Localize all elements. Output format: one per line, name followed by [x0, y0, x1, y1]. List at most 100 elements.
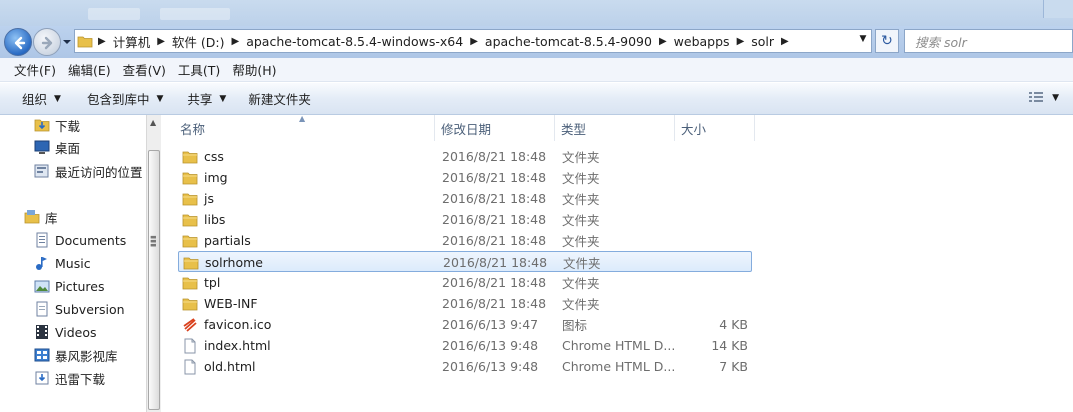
nav-item-xunlei-download[interactable]: 迅雷下载 — [34, 368, 105, 388]
nav-label: 桌面 — [55, 140, 81, 156]
organize-label: 组织 — [22, 92, 48, 107]
nav-label: 下载 — [55, 118, 81, 134]
file-modified-date: 2016/8/21 18:48 — [442, 170, 547, 185]
nav-item-music[interactable]: Music — [34, 253, 91, 273]
menu-edit[interactable]: 编辑(E) — [62, 60, 117, 79]
breadcrumb-solr[interactable]: solr — [747, 30, 778, 52]
address-history-dropdown[interactable]: ▼ — [857, 34, 869, 48]
file-row[interactable]: solrhome 2016/8/21 18:48 文件夹 — [178, 251, 752, 272]
file-name-cell: libs — [182, 209, 432, 230]
nav-item-baofeng-library[interactable]: 暴风影视库 — [34, 345, 118, 365]
file-list-pane: ▲ 名称 修改日期 类型 大小 css 2016/8/21 18:48 文件夹 img… — [161, 114, 1073, 412]
nav-item-downloads[interactable]: 下载 — [34, 115, 80, 135]
desktop-icon — [34, 140, 50, 154]
column-header-size[interactable]: 大小 — [675, 115, 755, 141]
scrollbar-thumb[interactable] — [148, 150, 160, 410]
view-options-dropdown[interactable]: ▼ — [1052, 93, 1059, 103]
organize-button[interactable]: 组织 ▼ — [14, 89, 69, 108]
file-row[interactable]: partials 2016/8/21 18:48 文件夹 — [178, 230, 752, 251]
breadcrumb-separator[interactable]: ▶ — [656, 36, 670, 47]
nav-item-videos[interactable]: Videos — [34, 322, 97, 342]
search-input[interactable]: 搜索 solr — [904, 29, 1073, 53]
breadcrumb-tomcat-9090[interactable]: apache-tomcat-8.5.4-9090 — [481, 30, 656, 52]
column-header-modified[interactable]: 修改日期 — [435, 115, 555, 141]
window-title-bar — [0, 0, 1073, 26]
nav-item-desktop[interactable]: 桌面 — [34, 137, 80, 157]
nav-label: Videos — [55, 324, 97, 340]
nav-item-recent-places[interactable]: 最近访问的位置 — [34, 161, 143, 181]
file-name: tpl — [204, 275, 221, 290]
file-row[interactable]: WEB-INF 2016/8/21 18:48 文件夹 — [178, 293, 752, 314]
folder-icon — [183, 255, 205, 271]
share-button[interactable]: 共享 ▼ — [179, 89, 234, 108]
recent-pages-dropdown[interactable] — [62, 36, 72, 48]
forward-arrow-icon — [41, 36, 53, 50]
file-type: 文件夹 — [562, 297, 600, 312]
menu-view[interactable]: 查看(V) — [117, 60, 172, 79]
column-header-name[interactable]: 名称 — [174, 115, 435, 141]
file-name: img — [204, 170, 228, 185]
navigation-pane: 下载 桌面 最近访问的位置 库 Documents Music Pictures… — [0, 115, 146, 412]
file-modified-date: 2016/8/21 18:48 — [442, 296, 547, 311]
nav-label: Music — [55, 255, 91, 271]
window-close-button[interactable] — [1043, 0, 1073, 18]
documents-icon — [36, 232, 48, 248]
breadcrumb-separator[interactable]: ▶ — [467, 36, 481, 47]
address-bar[interactable]: ▶ 计算机 ▶ 软件 (D:) ▶ apache-tomcat-8.5.4-wi… — [74, 29, 872, 53]
include-in-library-button[interactable]: 包含到库中 ▼ — [79, 89, 171, 108]
recent-places-icon — [34, 164, 49, 178]
breadcrumb-webapps[interactable]: webapps — [670, 30, 734, 52]
file-name-cell: solrhome — [183, 252, 433, 273]
menu-file[interactable]: 文件(F) — [8, 60, 62, 79]
file-modified-date: 2016/8/21 18:48 — [442, 233, 547, 248]
file-row[interactable]: index.html 2016/6/13 9:48 Chrome HTML D...… — [178, 335, 752, 356]
breadcrumb-drive[interactable]: 软件 (D:) — [168, 30, 229, 52]
file-size: 4 KB — [719, 317, 748, 332]
nav-label: Subversion — [55, 301, 125, 317]
breadcrumb-separator[interactable]: ▶ — [154, 36, 168, 47]
forward-button[interactable] — [33, 28, 61, 56]
breadcrumb-separator[interactable]: ▶ — [95, 36, 109, 47]
change-view-button[interactable] — [1029, 91, 1043, 106]
file-modified-date: 2016/8/21 18:48 — [442, 212, 547, 227]
file-size — [678, 188, 748, 209]
nav-item-libraries[interactable]: 库 — [24, 207, 58, 227]
file-row[interactable]: libs 2016/8/21 18:48 文件夹 — [178, 209, 752, 230]
scroll-up-arrow-icon[interactable]: ▲ — [150, 118, 156, 127]
file-row[interactable]: img 2016/8/21 18:48 文件夹 — [178, 167, 752, 188]
file-row[interactable]: css 2016/8/21 18:48 文件夹 — [178, 146, 752, 167]
file-size: 14 KB — [711, 338, 748, 353]
file-name-cell: partials — [182, 230, 432, 251]
breadcrumb-separator[interactable]: ▶ — [734, 36, 748, 47]
menu-tools[interactable]: 工具(T) — [172, 60, 226, 79]
file-size — [678, 272, 748, 293]
download-folder-icon — [34, 119, 50, 132]
file-row[interactable]: favicon.ico 2016/6/13 9:47 图标 4 KB — [178, 314, 752, 335]
file-row[interactable]: old.html 2016/6/13 9:48 Chrome HTML D... 7 … — [178, 356, 752, 377]
file-type: 图标 — [562, 318, 588, 333]
navigation-scrollbar[interactable]: ▲ ▬ ▬ ▬ — [146, 115, 161, 412]
refresh-button[interactable]: ↻ — [875, 29, 899, 53]
new-folder-button[interactable]: 新建文件夹 — [240, 89, 319, 108]
nav-item-pictures[interactable]: Pictures — [34, 276, 105, 296]
file-type: 文件夹 — [563, 256, 601, 271]
menu-help[interactable]: 帮助(H) — [226, 60, 282, 79]
breadcrumb-computer[interactable]: 计算机 — [109, 30, 155, 52]
file-name-cell: css — [182, 146, 432, 167]
column-header-label: 大小 — [681, 121, 707, 137]
file-row[interactable]: tpl 2016/8/21 18:48 文件夹 — [178, 272, 752, 293]
column-header-type[interactable]: 类型 — [555, 115, 675, 141]
nav-item-subversion[interactable]: Subversion — [34, 299, 125, 319]
nav-label: 暴风影视库 — [55, 348, 118, 364]
menu-bar: 文件(F) 编辑(E) 查看(V) 工具(T) 帮助(H) — [0, 58, 1073, 82]
back-button[interactable] — [4, 28, 32, 56]
refresh-icon: ↻ — [881, 33, 893, 49]
file-row[interactable]: js 2016/8/21 18:48 文件夹 — [178, 188, 752, 209]
nav-item-documents[interactable]: Documents — [34, 230, 126, 250]
library-icon — [24, 210, 40, 224]
file-type: Chrome HTML D... — [562, 359, 674, 374]
breadcrumb-tomcat-root[interactable]: apache-tomcat-8.5.4-windows-x64 — [242, 30, 467, 52]
breadcrumb-separator[interactable]: ▶ — [778, 36, 792, 47]
breadcrumb-separator[interactable]: ▶ — [229, 36, 243, 47]
scrollbar-grip-icon: ▬ ▬ ▬ — [150, 233, 157, 249]
